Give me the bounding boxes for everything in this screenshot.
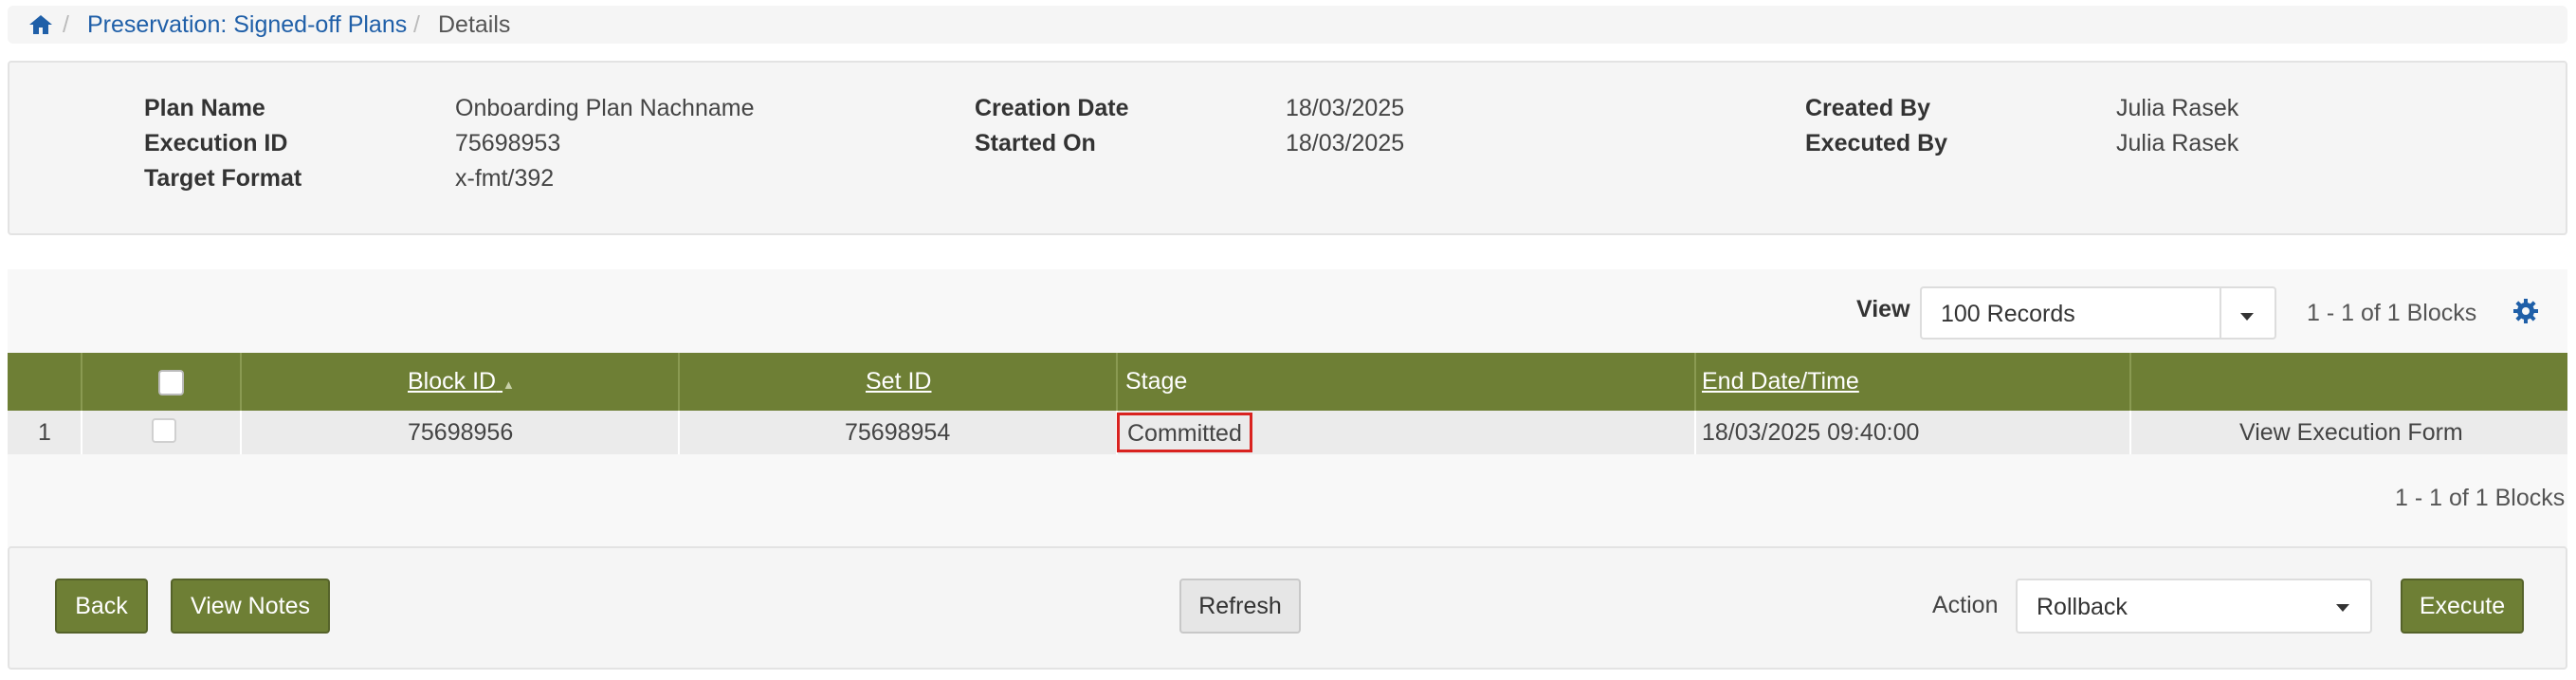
gear-icon[interactable]	[2512, 298, 2539, 331]
started-on-value: 18/03/2025	[1286, 130, 1405, 156]
breadcrumb-separator: /	[413, 11, 420, 38]
breadcrumb-current: Details	[438, 11, 511, 38]
executed-by-label: Executed By	[1805, 130, 1948, 156]
chevron-down-icon	[2317, 580, 2370, 632]
breadcrumb: / Preservation: Signed-off Plans / Detai…	[8, 6, 2567, 44]
started-on-label: Started On	[975, 130, 1096, 156]
row-stage-status: Committed	[1117, 413, 1252, 452]
created-by-label: Created By	[1805, 95, 1930, 121]
action-select[interactable]: Rollback	[2016, 579, 2372, 634]
view-notes-button[interactable]: View Notes	[171, 579, 330, 634]
table-footer: 1 - 1 of 1 Blocks	[8, 454, 2567, 547]
target-format-label: Target Format	[144, 165, 302, 192]
pagination-bottom: 1 - 1 of 1 Blocks	[2395, 485, 2566, 511]
execute-button[interactable]: Execute	[2401, 579, 2524, 634]
row-select-checkbox[interactable]	[152, 418, 176, 443]
row-end-datetime: 18/03/2025 09:40:00	[1702, 419, 1920, 446]
pagination-top: 1 - 1 of 1 Blocks	[2307, 300, 2477, 326]
view-label: View	[1856, 296, 1910, 322]
block-id-header-label: Block ID	[408, 368, 497, 395]
refresh-button[interactable]: Refresh	[1179, 579, 1301, 634]
executed-by-value: Julia Rasek	[2116, 130, 2239, 156]
action-label: Action	[1932, 592, 1999, 618]
column-header-end-datetime[interactable]: End Date/Time	[1702, 353, 1859, 411]
table-toolbar: View 100 Records 1 - 1 of 1 Blocks	[8, 269, 2567, 353]
creation-date-label: Creation Date	[975, 95, 1129, 121]
records-per-page-select[interactable]: 100 Records	[1920, 286, 2276, 340]
select-all-checkbox[interactable]	[158, 370, 184, 395]
breadcrumb-preservation-plans[interactable]: Preservation: Signed-off Plans	[87, 11, 407, 39]
sort-ascending-icon: ▲	[502, 377, 515, 392]
plan-name-label: Plan Name	[144, 95, 265, 121]
home-icon[interactable]	[28, 13, 53, 43]
plan-name-value: Onboarding Plan Nachname	[455, 95, 755, 121]
action-footer: Back View Notes Refresh Action Rollback …	[8, 546, 2567, 670]
records-per-page-value: 100 Records	[1941, 301, 2075, 327]
table-row: 1 75698956 75698954 Committed 18/03/2025…	[8, 411, 2567, 454]
plan-details-panel: Plan Name Onboarding Plan Nachname Execu…	[8, 61, 2567, 235]
view-execution-form-link[interactable]: View Execution Form	[2239, 411, 2463, 454]
column-header-stage: Stage	[1125, 368, 1188, 395]
row-block-id: 75698956	[408, 419, 514, 446]
column-header-block-id[interactable]: Block ID ▲	[408, 353, 515, 411]
chevron-down-icon	[2220, 288, 2275, 338]
execution-id-label: Execution ID	[144, 130, 288, 156]
creation-date-value: 18/03/2025	[1286, 95, 1405, 121]
breadcrumb-separator: /	[63, 11, 69, 38]
action-select-value: Rollback	[2037, 594, 2128, 620]
row-set-id: 75698954	[845, 419, 951, 446]
row-index: 1	[38, 419, 51, 446]
table-header: Block ID ▲ Set ID Stage End Date/Time	[8, 353, 2567, 411]
execution-id-value: 75698953	[455, 130, 561, 156]
created-by-value: Julia Rasek	[2116, 95, 2239, 121]
target-format-link[interactable]: x-fmt/392	[455, 165, 554, 193]
column-header-set-id[interactable]: Set ID	[866, 353, 931, 411]
back-button[interactable]: Back	[55, 579, 148, 634]
